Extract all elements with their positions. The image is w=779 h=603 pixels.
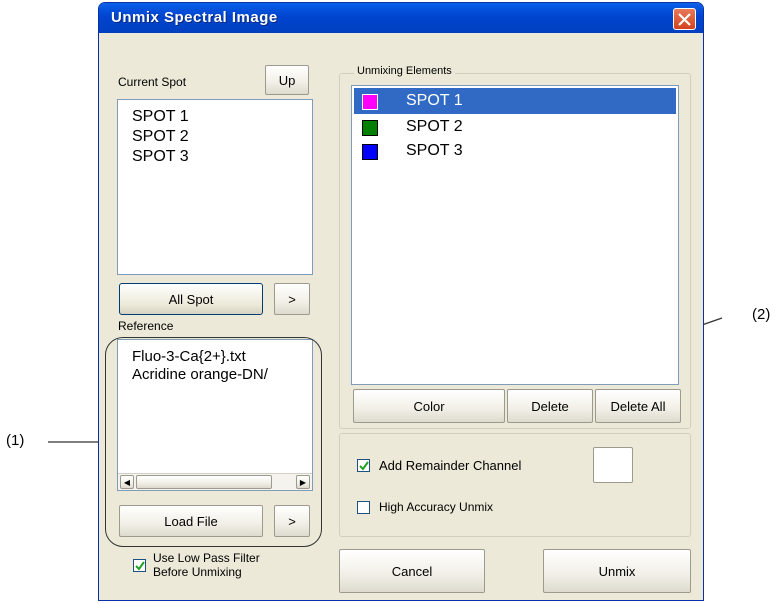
close-icon bbox=[678, 13, 691, 26]
callout-label-2: (2) bbox=[752, 306, 771, 323]
color-swatch bbox=[362, 144, 378, 160]
current-spot-item[interactable]: SPOT 1 bbox=[132, 108, 189, 126]
color-button[interactable]: Color bbox=[353, 389, 505, 423]
unmix-element-row[interactable]: SPOT 1 bbox=[352, 92, 672, 114]
high-accuracy-checkbox[interactable] bbox=[357, 501, 370, 514]
current-spot-item[interactable]: SPOT 3 bbox=[132, 148, 189, 166]
delete-all-button[interactable]: Delete All bbox=[595, 389, 681, 423]
spot-move-button[interactable]: > bbox=[274, 283, 310, 315]
close-button[interactable] bbox=[673, 8, 696, 30]
checkmark-icon bbox=[135, 561, 145, 571]
unmix-element-name: SPOT 1 bbox=[406, 92, 463, 109]
high-accuracy-label: High Accuracy Unmix bbox=[379, 500, 494, 514]
color-swatch bbox=[362, 94, 378, 110]
current-spot-label: Current Spot bbox=[118, 75, 187, 89]
delete-button[interactable]: Delete bbox=[507, 389, 593, 423]
unmix-element-name: SPOT 2 bbox=[406, 118, 463, 135]
add-remainder-label: Add Remainder Channel bbox=[379, 458, 522, 473]
options-group bbox=[339, 433, 691, 537]
color-swatch bbox=[362, 120, 378, 136]
remainder-color-button[interactable] bbox=[593, 447, 633, 483]
current-spot-item[interactable]: SPOT 2 bbox=[132, 128, 189, 146]
unmixing-elements-list[interactable]: SPOT 1 SPOT 2 SPOT 3 bbox=[351, 85, 679, 385]
all-spot-button[interactable]: All Spot bbox=[119, 283, 263, 315]
cancel-button[interactable]: Cancel bbox=[339, 549, 485, 593]
title-bar: Unmix Spectral Image bbox=[99, 3, 703, 33]
checkmark-icon bbox=[359, 461, 369, 471]
callout-oval-1 bbox=[105, 337, 322, 547]
unmix-element-row[interactable]: SPOT 3 bbox=[352, 142, 672, 164]
window-title: Unmix Spectral Image bbox=[111, 9, 278, 26]
low-pass-filter-label: Use Low Pass Filter Before Unmixing bbox=[153, 551, 260, 579]
unmixing-elements-label: Unmixing Elements bbox=[354, 65, 455, 77]
unmix-button[interactable]: Unmix bbox=[543, 549, 691, 593]
reference-label: Reference bbox=[118, 319, 174, 333]
low-pass-filter-checkbox[interactable] bbox=[133, 559, 146, 572]
up-button[interactable]: Up bbox=[265, 65, 309, 95]
callout-label-1: (1) bbox=[6, 432, 25, 449]
unmix-element-name: SPOT 3 bbox=[406, 142, 463, 159]
unmix-element-row[interactable]: SPOT 2 bbox=[352, 118, 672, 140]
add-remainder-checkbox[interactable] bbox=[357, 459, 370, 472]
current-spot-list[interactable]: SPOT 1 SPOT 2 SPOT 3 bbox=[117, 99, 313, 275]
